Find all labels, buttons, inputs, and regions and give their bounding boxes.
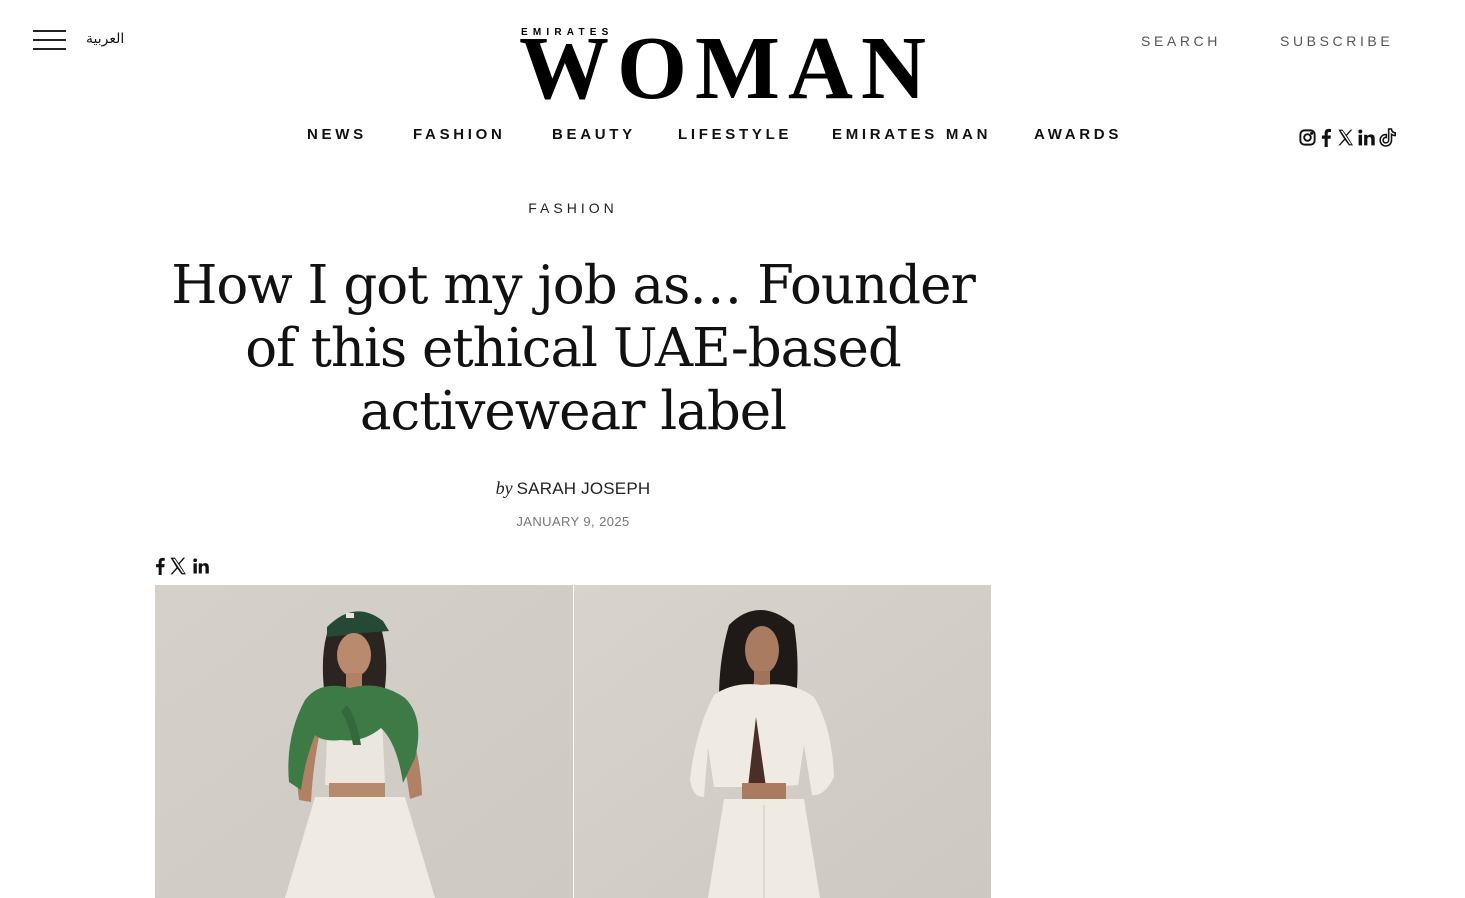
nav-item-news[interactable]: NEWS xyxy=(307,126,367,143)
nav-item-emirates-man[interactable]: EMIRATES MAN xyxy=(832,126,991,143)
arabic-language-link[interactable]: العربية xyxy=(86,31,124,47)
article-headline: How I got my job as… Founder of this eth… xyxy=(171,255,976,442)
share-buttons xyxy=(155,556,215,576)
logo-woman-text: WOMAN xyxy=(519,19,934,118)
linkedin-icon[interactable] xyxy=(192,557,210,580)
tiktok-icon[interactable] xyxy=(1378,126,1396,148)
facebook-icon[interactable] xyxy=(155,557,165,580)
publish-date: JANUARY 9, 2025 xyxy=(516,514,630,529)
nav-item-awards[interactable]: AWARDS xyxy=(1034,126,1122,143)
nav-item-lifestyle[interactable]: LIFESTYLE xyxy=(678,126,792,143)
instagram-icon[interactable] xyxy=(1297,126,1317,148)
main-navigation: NEWS FASHION BEAUTY LIFESTYLE EMIRATES M… xyxy=(0,126,1465,148)
nav-item-beauty[interactable]: BEAUTY xyxy=(552,126,636,143)
facebook-icon[interactable] xyxy=(1319,126,1333,148)
linkedin-icon[interactable] xyxy=(1357,126,1376,148)
social-links xyxy=(1297,126,1397,148)
search-link[interactable]: SEARCH xyxy=(1141,33,1221,49)
article-byline: by SARAH JOSEPH xyxy=(155,478,991,499)
x-icon[interactable] xyxy=(1335,126,1355,148)
hamburger-menu-icon[interactable] xyxy=(33,28,67,52)
nav-item-fashion[interactable]: FASHION xyxy=(413,126,506,143)
subscribe-link[interactable]: SUBSCRIBE xyxy=(1280,33,1393,49)
x-icon[interactable] xyxy=(168,556,188,581)
site-logo[interactable]: EMIRATES WOMAN xyxy=(519,24,926,114)
article-category[interactable]: FASHION xyxy=(155,200,991,216)
byline-prefix: by xyxy=(495,478,513,498)
hero-photo-right xyxy=(574,585,991,898)
hero-photo-left xyxy=(155,585,573,898)
hero-image xyxy=(155,585,991,898)
author-link[interactable]: SARAH JOSEPH xyxy=(517,479,651,498)
